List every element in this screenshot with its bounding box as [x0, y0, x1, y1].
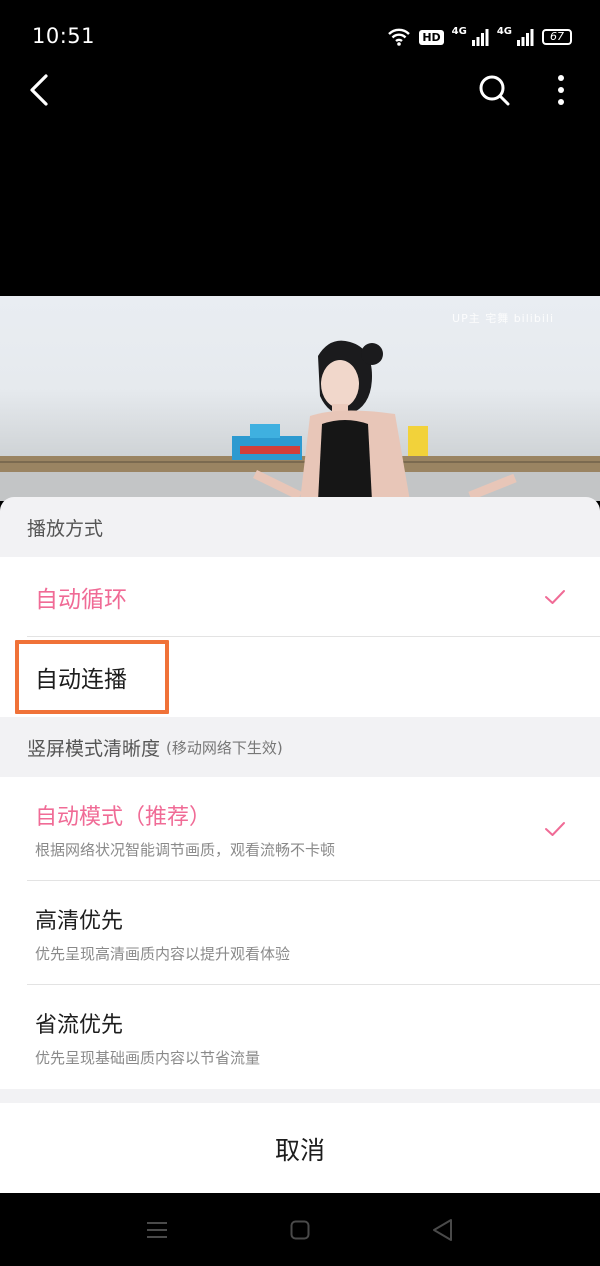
option-hd-priority[interactable]: 高清优先 优先呈现高清画质内容以提升观看体验 [0, 881, 600, 985]
video-player[interactable]: UP主 宅舞 bilibili [0, 296, 600, 501]
quality-title: 竖屏模式清晰度 [27, 737, 161, 760]
signal-4g-icon [471, 29, 489, 46]
highlight-annotation-box [15, 640, 169, 714]
playback-settings-sheet: 播放方式 自动循环 自动连播 竖屏模式清晰度 (移动网络下生效) 自动模式（推荐… [0, 497, 600, 1193]
back-arrow-icon[interactable] [24, 70, 60, 110]
status-time: 10:51 [32, 24, 96, 48]
video-watermark: UP主 宅舞 bilibili [452, 312, 554, 325]
option-desc: 优先呈现基础画质内容以节省流量 [35, 1049, 261, 1067]
playback-mode-header: 播放方式 [0, 497, 600, 557]
battery-icon: 67 [542, 29, 572, 45]
recent-apps-icon[interactable] [146, 1220, 168, 1240]
sheet-gap [0, 1089, 600, 1103]
back-triangle-icon[interactable] [431, 1218, 453, 1242]
wifi-icon [388, 28, 411, 46]
quality-header: 竖屏模式清晰度 (移动网络下生效) [0, 717, 600, 777]
top-nav [0, 70, 600, 110]
option-data-saver[interactable]: 省流优先 优先呈现基础画质内容以节省流量 [0, 985, 600, 1089]
hd-icon: HD [419, 29, 444, 45]
more-vertical-icon[interactable] [548, 72, 574, 108]
cancel-button[interactable]: 取消 [0, 1103, 600, 1193]
check-icon [545, 590, 565, 604]
signal-4g-icon [517, 29, 534, 46]
playback-mode-title: 播放方式 [27, 517, 104, 540]
system-nav-bar [0, 1193, 600, 1266]
option-desc: 根据网络状况智能调节画质，观看流畅不卡顿 [35, 841, 336, 859]
option-desc: 优先呈现高清画质内容以提升观看体验 [35, 945, 291, 963]
signal1-label: 4G [451, 26, 467, 37]
search-icon[interactable] [476, 72, 512, 108]
status-icons: HD 4G 4G 67 [387, 24, 572, 50]
option-auto-quality[interactable]: 自动模式（推荐） 根据网络状况智能调节画质，观看流畅不卡顿 [0, 777, 600, 881]
check-icon [545, 822, 565, 836]
status-bar: 10:51 HD 4G 4G 67 [0, 0, 600, 70]
option-auto-loop[interactable]: 自动循环 [0, 557, 600, 637]
signal2-label: 4G [496, 26, 512, 37]
option-label: 高清优先 [35, 909, 124, 934]
option-label: 自动循环 [35, 587, 127, 613]
option-label: 省流优先 [35, 1013, 124, 1038]
quality-note: (移动网络下生效) [166, 738, 283, 757]
option-label: 自动模式（推荐） [35, 805, 212, 830]
home-icon[interactable] [290, 1220, 310, 1240]
video-frame-image [0, 340, 600, 501]
